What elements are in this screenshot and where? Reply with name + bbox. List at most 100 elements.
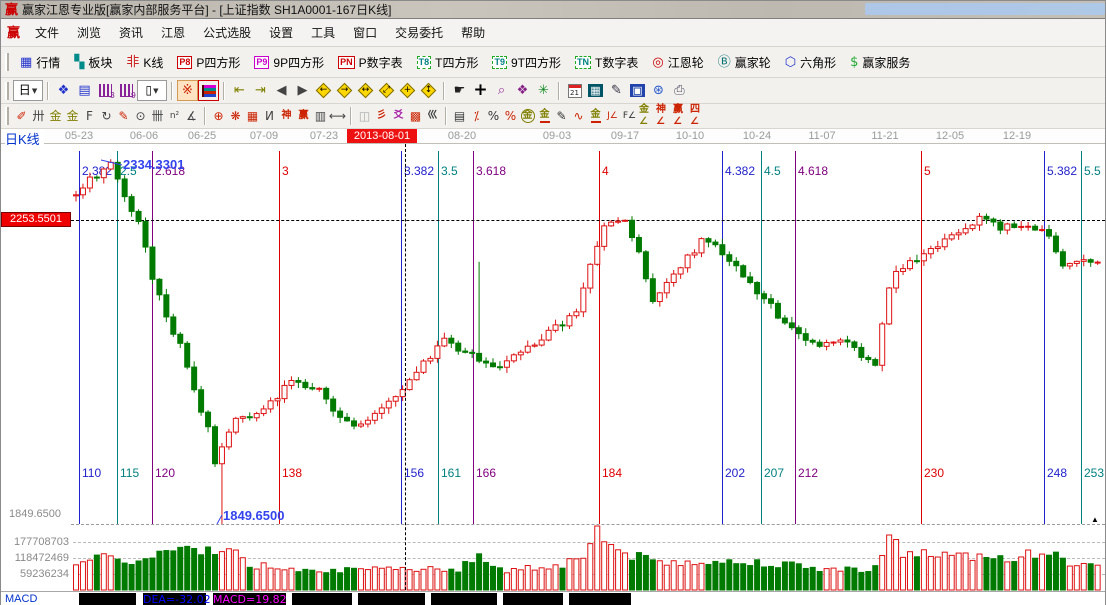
application-window: 赢 赢家江恩专业版[赢家内部服务平台] - [上证指数 SH1A0001-167… bbox=[0, 0, 1106, 605]
menu-设置[interactable]: 设置 bbox=[260, 22, 302, 44]
gold-time-tool[interactable]: 金 bbox=[47, 107, 64, 126]
candle-style-button[interactable]: ▯▼ bbox=[137, 80, 167, 101]
percent-tool[interactable]: % bbox=[485, 107, 502, 126]
p-number-table-button[interactable]: PNP数字表 bbox=[331, 51, 410, 74]
period-selector-button[interactable]: 日▼ bbox=[13, 80, 43, 101]
calculator-button[interactable]: ▦ bbox=[585, 80, 606, 101]
pencil2-tool-glyph: ✎ bbox=[556, 110, 566, 123]
hexagon-button[interactable]: ⬡六角形 bbox=[778, 51, 843, 74]
zoom-fit-button[interactable]: + bbox=[397, 80, 418, 101]
menu-文件[interactable]: 文件 bbox=[26, 22, 68, 44]
pencil2-tool[interactable]: ✎ bbox=[553, 107, 570, 126]
price-scale-tool[interactable]: ▤ bbox=[451, 107, 468, 126]
save-button[interactable]: ▣ bbox=[627, 80, 648, 101]
expand-all-button[interactable]: ⤢ bbox=[376, 80, 397, 101]
fan-grid-tool[interactable]: 爻 bbox=[390, 107, 407, 126]
width-measure-tool[interactable]: ⟷ bbox=[329, 107, 346, 126]
menu-窗口[interactable]: 窗口 bbox=[344, 22, 386, 44]
cycle-circle-tool[interactable]: ⊙ bbox=[132, 107, 149, 126]
export-web-button[interactable]: ⊛ bbox=[648, 80, 669, 101]
parallel-lines-tool[interactable]: 巛 bbox=[424, 107, 441, 126]
minute-chart-3-icon[interactable]: 3 bbox=[95, 80, 116, 101]
menu-江恩[interactable]: 江恩 bbox=[152, 22, 194, 44]
shrink-x-button[interactable]: ← bbox=[313, 80, 334, 101]
next-page-button[interactable]: ▶ bbox=[292, 80, 313, 101]
menu-帮助[interactable]: 帮助 bbox=[452, 22, 494, 44]
grid-box-tool[interactable]: ▦ bbox=[244, 107, 261, 126]
menu-资讯[interactable]: 资讯 bbox=[110, 22, 152, 44]
gann-shape-button[interactable]: ❖ bbox=[512, 80, 533, 101]
market-overview-icon[interactable]: ❖ bbox=[53, 80, 74, 101]
calendar-button[interactable]: 21 bbox=[564, 80, 585, 101]
menu-浏览[interactable]: 浏览 bbox=[68, 22, 110, 44]
indicator-selector[interactable]: MACD bbox=[5, 593, 37, 605]
p-square-button[interactable]: P8P四方形 bbox=[170, 51, 247, 74]
menu-交易委托[interactable]: 交易委托 bbox=[386, 22, 452, 44]
spider-web-tool[interactable]: ❋ bbox=[227, 107, 244, 126]
gann-wheel-button[interactable]: ◎江恩轮 bbox=[645, 51, 710, 74]
fan-lines-tool[interactable]: 彡 bbox=[373, 107, 390, 126]
compress-x-button[interactable]: ↔ bbox=[355, 80, 376, 101]
percent-line-tool[interactable]: % bbox=[502, 107, 519, 126]
expand-x-button[interactable]: → bbox=[334, 80, 355, 101]
window-box-tool[interactable]: ◫ bbox=[356, 107, 373, 126]
prev-page-button[interactable]: ◀ bbox=[271, 80, 292, 101]
first-page-button[interactable]: ⇤ bbox=[229, 80, 250, 101]
wash-plate-icon[interactable]: ※ bbox=[177, 80, 198, 101]
j-angle-tool-glyph: J∠ bbox=[607, 110, 618, 123]
color-kline-icon[interactable] bbox=[198, 80, 219, 101]
shade-grid-tool[interactable]: ▩ bbox=[407, 107, 424, 126]
n-square-tool[interactable]: n² bbox=[166, 107, 183, 126]
p9-square-button[interactable]: P99P四方形 bbox=[247, 51, 331, 74]
pan-hand-button[interactable]: ☛ bbox=[449, 80, 470, 101]
gold-time2-tool[interactable]: 金 bbox=[64, 107, 81, 126]
f-angle-tool[interactable]: F∠ bbox=[621, 107, 638, 126]
minute-chart-9-icon[interactable]: 9 bbox=[116, 80, 137, 101]
smart-analysis-button[interactable]: ✳ bbox=[533, 80, 554, 101]
t9-square-button[interactable]: T99T四方形 bbox=[485, 51, 568, 74]
god-angle-tool[interactable]: 神∠ bbox=[655, 107, 672, 126]
menu-公式选股[interactable]: 公式选股 bbox=[194, 22, 260, 44]
menu-工具[interactable]: 工具 bbox=[302, 22, 344, 44]
gold-circle-tool[interactable]: 金 bbox=[519, 107, 536, 126]
fan-grid-tool-glyph: 爻 bbox=[394, 110, 404, 122]
time-cycle-tool[interactable]: 卅 bbox=[30, 107, 47, 126]
wave-tool[interactable]: ∿ bbox=[570, 107, 587, 126]
mirror-angle-tool[interactable]: ∡ bbox=[183, 107, 200, 126]
four-angle-tool[interactable]: 四∠ bbox=[689, 107, 706, 126]
percent-drop-tool[interactable]: ⁒ bbox=[468, 107, 485, 126]
kline-button-label: K线 bbox=[143, 54, 163, 71]
crosshair-button[interactable]: + bbox=[470, 80, 491, 101]
candlestick-volume-plot[interactable] bbox=[1, 144, 1105, 591]
t-number-table-button[interactable]: TNT数字表 bbox=[568, 51, 645, 74]
t-square-button[interactable]: T8T四方形 bbox=[410, 51, 486, 74]
time-grid-tool[interactable]: 卌 bbox=[149, 107, 166, 126]
last-page-button[interactable]: ⇥ bbox=[250, 80, 271, 101]
gold-line-tool[interactable]: 金 bbox=[536, 107, 553, 126]
win-split-tool[interactable]: 赢 bbox=[295, 107, 312, 126]
info-list-icon[interactable]: ▤ bbox=[74, 80, 95, 101]
j-angle-tool[interactable]: J∠ bbox=[604, 107, 621, 126]
notes-button[interactable]: ✎ bbox=[606, 80, 627, 101]
spiral-tool[interactable]: ↻ bbox=[98, 107, 115, 126]
quote-button[interactable]: ▦行情 bbox=[13, 51, 67, 74]
god-split-tool[interactable]: 神 bbox=[278, 107, 295, 126]
compass-tool[interactable]: ⊕ bbox=[210, 107, 227, 126]
gold-line2-tool[interactable]: 金 bbox=[587, 107, 604, 126]
n-wave-tool[interactable]: И bbox=[261, 107, 278, 126]
knife-tool[interactable]: ✐ bbox=[13, 107, 30, 126]
zoom-y-button[interactable]: ↕ bbox=[418, 80, 439, 101]
zoom-measure-button[interactable]: ⌕ bbox=[491, 80, 512, 101]
fibo-time-tool[interactable]: F bbox=[81, 107, 98, 126]
sector-button[interactable]: ▚板块 bbox=[67, 51, 119, 74]
kline-button[interactable]: 非K线 bbox=[119, 51, 170, 74]
status-value-dea: DEA=-32.02 bbox=[143, 593, 206, 605]
red-pencil-tool[interactable]: ✎ bbox=[115, 107, 132, 126]
winner-wheel-button[interactable]: Ⓑ赢家轮 bbox=[711, 51, 778, 74]
winner-service-button[interactable]: $赢家服务 bbox=[843, 51, 917, 74]
ruler-123-tool[interactable]: ▥ bbox=[312, 107, 329, 126]
kline-chart-area[interactable]: 2253.5501 1849.6500 ▲ 2.3821102.51152.61… bbox=[1, 144, 1105, 591]
win-angle-tool[interactable]: 赢∠ bbox=[672, 107, 689, 126]
print-button[interactable]: ⎙ bbox=[669, 80, 690, 101]
gold-angle-tool[interactable]: 金∠ bbox=[638, 107, 655, 126]
